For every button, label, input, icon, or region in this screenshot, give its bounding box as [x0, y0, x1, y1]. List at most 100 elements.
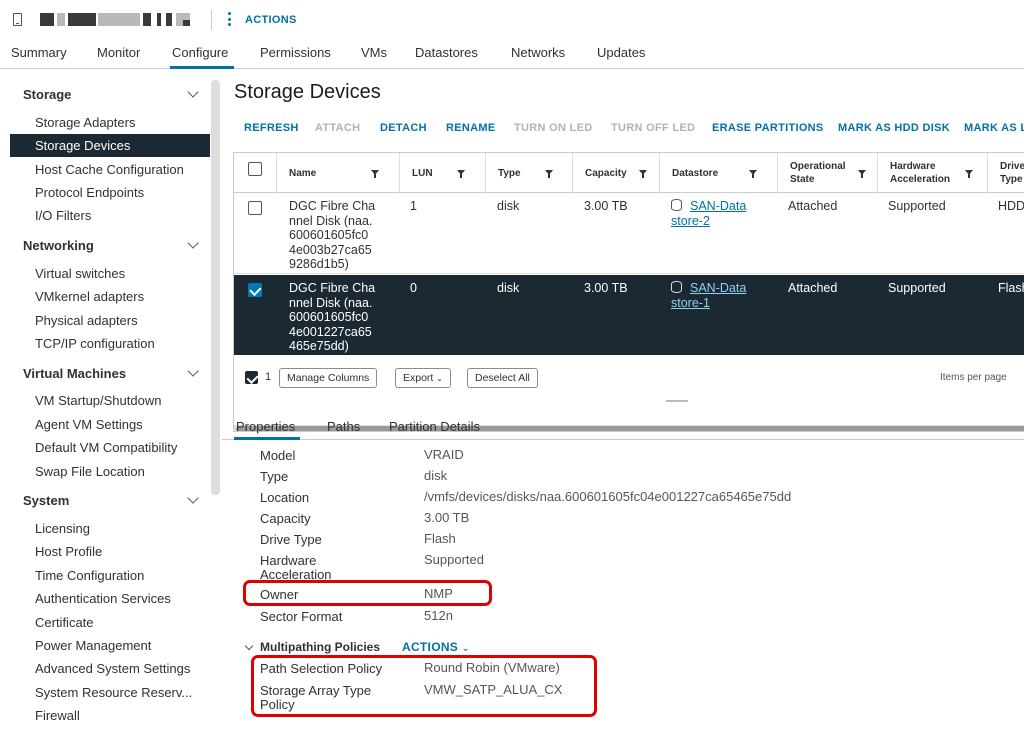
filter-icon[interactable] — [858, 170, 866, 178]
filter-icon[interactable] — [639, 170, 647, 178]
sidebar-item-time-configuration[interactable]: Time Configuration — [35, 568, 144, 583]
splitter-handle[interactable] — [666, 400, 688, 402]
datastore-icon — [671, 281, 682, 293]
property-value-capacity: 3.00 TB — [424, 510, 470, 525]
column-header-operational-state[interactable]: Operational State — [777, 153, 877, 193]
tab-properties[interactable]: Properties — [236, 419, 295, 434]
column-header-lun[interactable]: LUN — [399, 153, 485, 193]
sidebar-item-licensing[interactable]: Licensing — [35, 521, 90, 536]
filter-icon[interactable] — [457, 170, 465, 178]
column-header-datastore[interactable]: Datastore — [659, 153, 777, 193]
datastore-link[interactable]: SAN-Data store-1 — [671, 281, 746, 310]
tab-paths[interactable]: Paths — [327, 419, 360, 434]
tab-networks[interactable]: Networks — [511, 45, 565, 60]
sidebar-item-certificate[interactable]: Certificate — [35, 615, 94, 630]
sidebar-item-advanced-settings[interactable]: Advanced System Settings — [35, 661, 190, 676]
mark-as-hdd-button[interactable]: MARK AS HDD DISK — [838, 122, 950, 134]
chevron-down-icon[interactable] — [187, 86, 199, 98]
sidebar-item-firewall[interactable]: Firewall — [35, 708, 80, 723]
refresh-button[interactable]: REFRESH — [244, 122, 299, 134]
tab-monitor[interactable]: Monitor — [97, 45, 140, 60]
sidebar-item-virtual-switches[interactable]: Virtual switches — [35, 266, 125, 281]
mark-as-local-button[interactable]: MARK AS LO — [964, 122, 1024, 134]
sidebar-section-system[interactable]: System — [23, 493, 69, 508]
table-row[interactable]: DGC Fibre Cha nnel Disk (naa. 600601605fc0… — [234, 193, 1024, 274]
column-header-name[interactable]: Name — [276, 153, 398, 193]
kebab-menu-icon[interactable] — [228, 12, 231, 26]
sidebar-item-system-resource[interactable]: System Resource Reserv... — [35, 685, 192, 700]
actions-menu-button[interactable]: ACTIONS — [245, 14, 297, 26]
filter-icon[interactable] — [545, 170, 553, 178]
chevron-down-icon[interactable] — [187, 365, 199, 377]
manage-columns-button[interactable]: Manage Columns — [279, 368, 378, 388]
multipathing-section-title[interactable]: Multipathing Policies — [260, 640, 380, 654]
chevron-down-icon[interactable] — [244, 641, 254, 651]
chevron-down-icon[interactable] — [187, 492, 199, 504]
sidebar-item-host-cache[interactable]: Host Cache Configuration — [35, 162, 184, 177]
property-label-model: Model — [260, 448, 296, 463]
sidebar-section-networking[interactable]: Networking — [23, 238, 94, 253]
sidebar-item-agent-vm[interactable]: Agent VM Settings — [35, 417, 143, 432]
erase-partitions-button[interactable]: ERASE PARTITIONS — [712, 122, 824, 134]
tab-summary[interactable]: Summary — [11, 45, 67, 60]
tab-partition-details[interactable]: Partition Details — [389, 419, 480, 434]
sidebar-section-storage[interactable]: Storage — [23, 87, 71, 102]
sidebar-item-storage-adapters[interactable]: Storage Adapters — [35, 115, 135, 130]
redacted-hostname — [40, 13, 54, 26]
property-value-drive-type: Flash — [424, 531, 456, 546]
tab-permissions[interactable]: Permissions — [260, 45, 331, 60]
rename-button[interactable]: RENAME — [446, 122, 495, 134]
turn-off-led-button[interactable]: TURN OFF LED — [611, 122, 695, 134]
sidebar-item-tcpip-configuration[interactable]: TCP/IP configuration — [35, 336, 155, 351]
tab-configure[interactable]: Configure — [172, 45, 228, 60]
deselect-all-button[interactable]: Deselect All — [467, 368, 538, 388]
sidebar-item-default-vm-compat[interactable]: Default VM Compatibility — [35, 440, 177, 455]
tab-datastores[interactable]: Datastores — [415, 45, 478, 60]
row-checkbox-checked[interactable] — [248, 283, 262, 297]
column-header-capacity[interactable]: Capacity — [572, 153, 659, 193]
sidebar-item-host-profile[interactable]: Host Profile — [35, 544, 102, 559]
multipathing-actions-button[interactable]: ACTIONS ⌄ — [402, 640, 470, 654]
sidebar-item-vmkernel-adapters[interactable]: VMkernel adapters — [35, 289, 144, 304]
device-name: DGC Fibre Cha nnel Disk (naa. 600601605fc0… — [289, 199, 376, 271]
chevron-down-icon[interactable] — [187, 237, 199, 249]
host-icon — [13, 13, 22, 26]
table-row-selected[interactable]: DGC Fibre Cha nnel Disk (naa. 600601605fc0… — [234, 275, 1024, 355]
column-header-drive-type[interactable]: Drive Type — [987, 153, 1024, 193]
property-value-model: VRAID — [424, 447, 464, 462]
type-value: disk — [497, 199, 520, 213]
property-label-capacity: Capacity — [260, 511, 311, 526]
datastore-icon — [671, 199, 682, 211]
property-value-type: disk — [424, 468, 448, 483]
select-all-checkbox[interactable] — [248, 162, 262, 176]
sidebar-item-vm-startup[interactable]: VM Startup/Shutdown — [35, 393, 161, 408]
property-value-sector-format: 512n — [424, 608, 453, 623]
property-label-location: Location — [260, 490, 310, 505]
grid-header: Name LUN Type Capacity Datastore Operati… — [234, 153, 1024, 193]
column-header-type[interactable]: Type — [485, 153, 572, 193]
detach-button[interactable]: DETACH — [380, 122, 427, 134]
sidebar-item-swap-file[interactable]: Swap File Location — [35, 464, 145, 479]
sidebar-section-virtual-machines[interactable]: Virtual Machines — [23, 366, 126, 381]
tab-updates[interactable]: Updates — [597, 45, 645, 60]
filter-icon[interactable] — [749, 170, 757, 178]
property-value-psp: Round Robin (VMware) — [424, 660, 560, 675]
sidebar-scrollbar[interactable] — [211, 80, 220, 495]
row-checkbox[interactable] — [248, 201, 262, 215]
filter-icon[interactable] — [965, 170, 973, 178]
column-header-hw-acceleration[interactable]: Hardware Acceleration — [877, 153, 987, 193]
attach-button[interactable]: ATTACH — [315, 122, 360, 134]
sidebar-item-physical-adapters[interactable]: Physical adapters — [35, 313, 138, 328]
sidebar-item-power-management[interactable]: Power Management — [35, 638, 151, 653]
sidebar-item-storage-devices[interactable]: Storage Devices — [35, 138, 130, 153]
sidebar-item-io-filters[interactable]: I/O Filters — [35, 208, 91, 223]
tab-vms[interactable]: VMs — [361, 45, 387, 60]
selection-checkbox-icon[interactable] — [245, 371, 258, 384]
sidebar-item-authentication[interactable]: Authentication Services — [35, 591, 171, 606]
active-subtab-indicator — [234, 437, 300, 440]
turn-on-led-button[interactable]: TURN ON LED — [514, 122, 592, 134]
filter-icon[interactable] — [371, 170, 379, 178]
datastore-link[interactable]: SAN-Data store-2 — [671, 199, 746, 228]
sidebar-item-protocol-endpoints[interactable]: Protocol Endpoints — [35, 185, 144, 200]
export-button[interactable]: Export ⌄ — [395, 368, 451, 388]
